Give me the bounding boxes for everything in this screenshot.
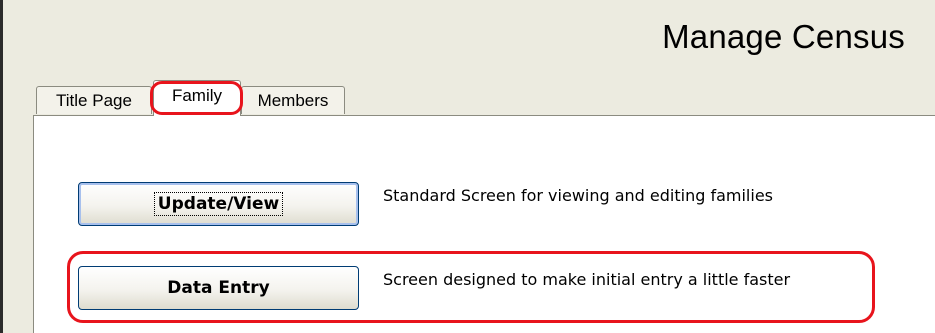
update-view-button-label: Update/View: [153, 192, 284, 216]
data-entry-description: Screen designed to make initial entry a …: [383, 270, 791, 289]
manage-census-window: Manage Census Title Page Family Members …: [0, 0, 935, 333]
update-view-description: Standard Screen for viewing and editing …: [383, 186, 773, 205]
tab-strip: Title Page Family Members: [3, 78, 935, 116]
data-entry-button[interactable]: Data Entry: [78, 266, 359, 310]
tab-family[interactable]: Family: [153, 80, 241, 116]
title-bar: Manage Census: [3, 0, 935, 70]
update-view-button[interactable]: Update/View: [78, 182, 359, 226]
tab-members[interactable]: Members: [241, 86, 345, 114]
tab-title-page[interactable]: Title Page: [36, 86, 152, 114]
data-entry-button-label: Data Entry: [167, 278, 270, 298]
window-title: Manage Census: [662, 18, 905, 55]
